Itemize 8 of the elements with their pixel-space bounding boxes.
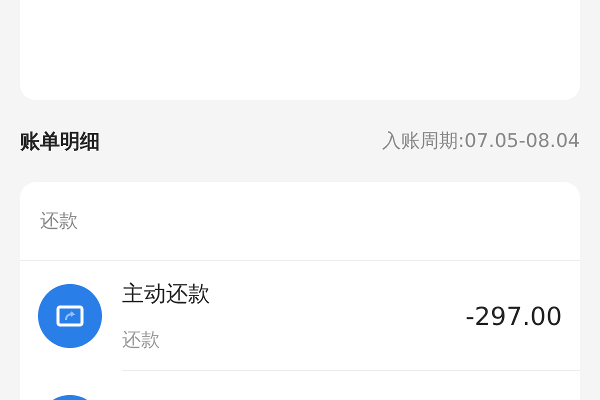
bill-item[interactable]: 主动还款 还款 -297.00 xyxy=(20,261,580,371)
repayment-icon xyxy=(38,284,102,348)
section-title: 账单明细 xyxy=(20,128,100,154)
billing-period: 入账周期:07.05-08.04 xyxy=(382,129,580,154)
item-type: 还款 xyxy=(122,328,161,353)
item-title: 主动还款 xyxy=(122,281,211,309)
item-amount: -297.00 xyxy=(466,302,562,330)
category-label: 还款 xyxy=(20,182,580,261)
